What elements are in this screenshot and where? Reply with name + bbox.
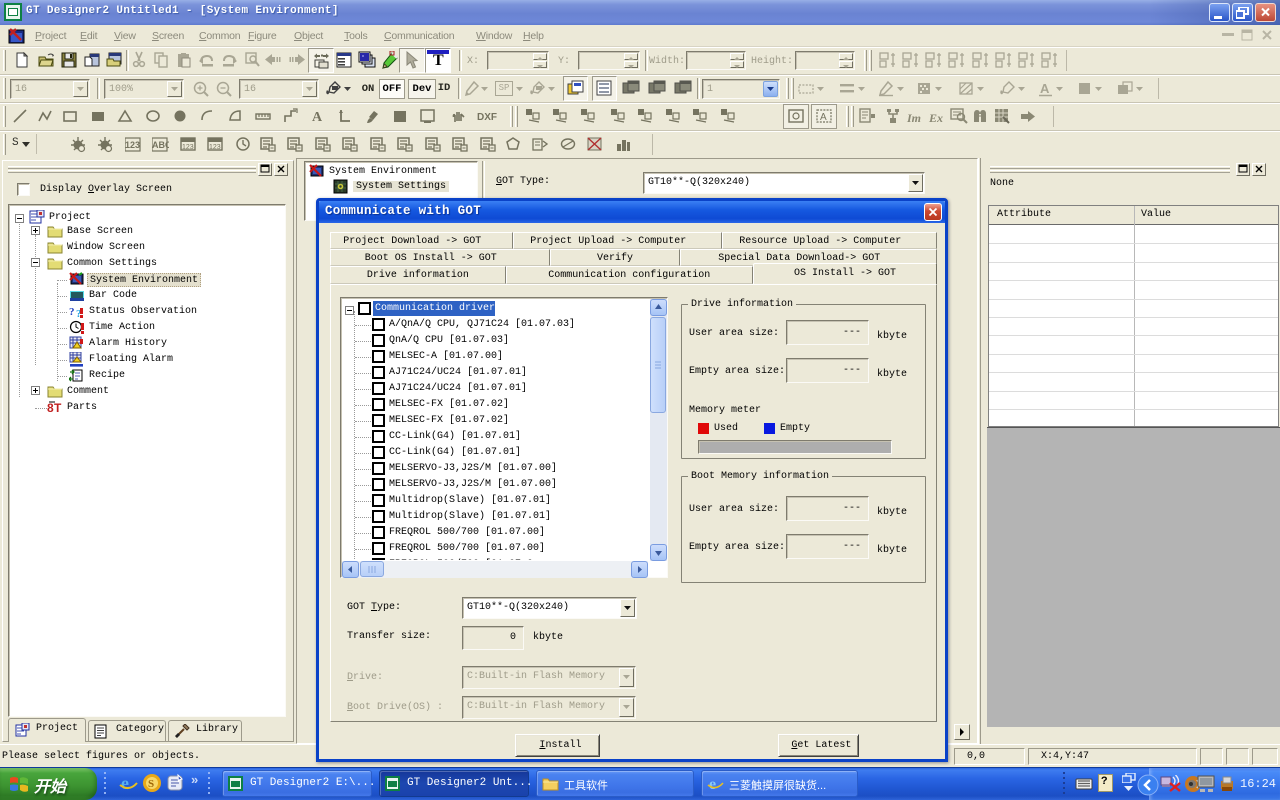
svg-text:123: 123 — [125, 140, 140, 150]
svg-text:?: ? — [69, 306, 75, 318]
svg-text:123: 123 — [182, 144, 194, 151]
svg-text:S: S — [148, 778, 154, 790]
svg-text:8: 8 — [47, 401, 54, 415]
svg-text:T: T — [54, 401, 62, 415]
svg-text:e: e — [709, 776, 716, 792]
svg-text:123: 123 — [209, 144, 221, 151]
svg-text:A: A — [820, 112, 827, 123]
svg-text:DXF: DXF — [477, 112, 497, 123]
svg-text:A: A — [312, 110, 323, 125]
svg-text:A: A — [1040, 81, 1050, 96]
svg-text:e: e — [121, 773, 129, 793]
